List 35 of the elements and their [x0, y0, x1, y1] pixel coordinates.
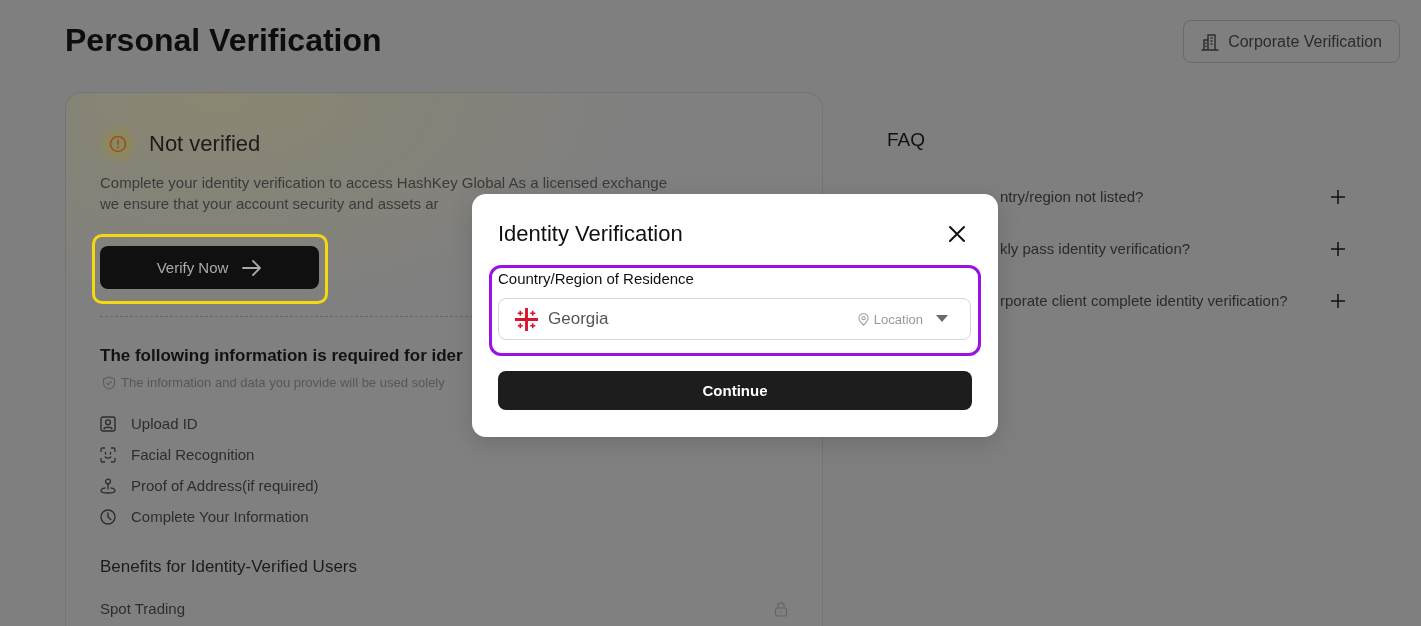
requirement-label: Complete Your Information: [131, 507, 309, 527]
close-icon: [948, 225, 966, 243]
location-pin-icon: [857, 312, 869, 326]
requirement-label: Upload ID: [131, 414, 198, 434]
faq-question[interactable]: ntry/region not listed?: [1000, 186, 1346, 208]
id-card-icon: [100, 416, 116, 432]
dialog-title: Identity Verification: [498, 220, 683, 248]
description-text: Complete your identity verification to access HashKey Global As a licensed exchange: [100, 173, 667, 193]
faq-title: FAQ: [887, 128, 926, 152]
building-icon: [1201, 32, 1220, 51]
corporate-verification-button[interactable]: Corporate Verification: [1183, 20, 1400, 63]
country-select[interactable]: Georgia Location: [498, 298, 971, 340]
cross-flag-icon: [515, 307, 538, 331]
close-button[interactable]: [948, 225, 966, 243]
benefit-label: Spot Trading: [100, 599, 186, 619]
face-scan-icon: [100, 447, 116, 463]
page-title: Personal Verification: [65, 21, 382, 60]
faq-question[interactable]: rporate client complete identity verification?: [1000, 290, 1346, 312]
section-title: The following information is required for ider: [100, 345, 463, 367]
clock-icon: [100, 509, 116, 525]
location-hint: Location: [873, 311, 923, 327]
status-text: Not verified: [149, 130, 261, 158]
section-title: Benefits for Identity-Verified Users: [100, 556, 357, 578]
caret-down-icon: [936, 315, 948, 323]
description-text: we ensure that your account security and assets ar: [100, 194, 439, 214]
warning-icon: [100, 126, 136, 162]
requirement-label: Facial Recognition: [131, 445, 255, 465]
faq-question[interactable]: kly pass identity verification?: [1000, 238, 1346, 260]
field-label: Country/Region of Residence: [498, 270, 694, 288]
requirement-label: Proof of Address(if required): [131, 476, 319, 496]
arrow-right-icon: [242, 259, 263, 276]
continue-button[interactable]: Continue: [498, 371, 972, 410]
verify-now-button[interactable]: Verify Now: [100, 246, 319, 289]
person-on-base-icon: [100, 478, 116, 494]
shield-check-icon: [102, 376, 116, 390]
